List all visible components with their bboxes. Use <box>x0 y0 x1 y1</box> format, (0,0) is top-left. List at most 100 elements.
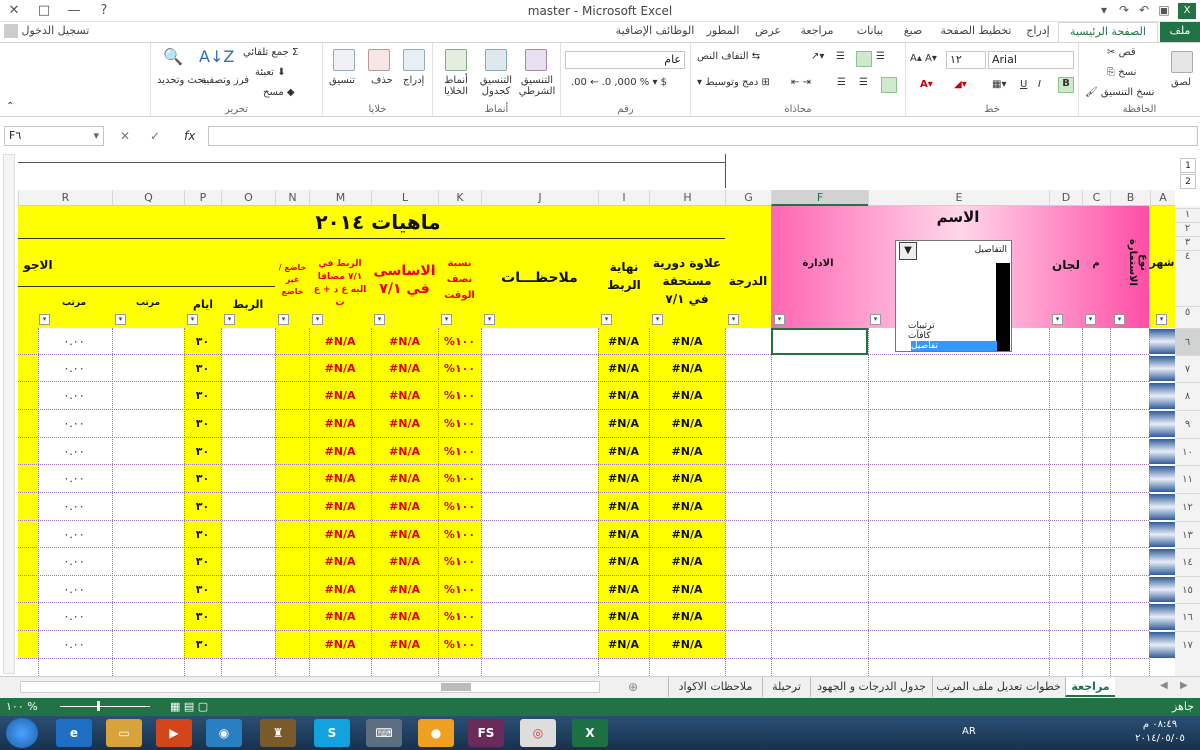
tab-formulas[interactable]: صيغ <box>895 22 931 42</box>
cell-salary[interactable]: ٠.٠٠ <box>38 548 110 576</box>
col-header-e[interactable]: E <box>868 190 1049 206</box>
sheet-nav-prev-icon[interactable]: ◀ <box>1160 680 1168 691</box>
sheet-tab-transfer[interactable]: ترحيلة <box>762 677 810 697</box>
font-grow-button[interactable]: A▴ A▾ <box>910 53 937 64</box>
cell-end-link[interactable]: #N/A <box>598 521 649 548</box>
bold-button[interactable]: B <box>1058 77 1074 93</box>
insert-cells-icon[interactable] <box>403 49 425 71</box>
col-header-i[interactable]: I <box>598 190 649 206</box>
cell-link-july[interactable]: #N/A <box>309 438 371 465</box>
align-right-icon[interactable] <box>881 77 897 93</box>
cell-salary[interactable]: ٠.٠٠ <box>38 355 110 382</box>
minimize-button[interactable]: — <box>60 0 88 22</box>
row-header-16[interactable]: ١٦ <box>1175 603 1200 631</box>
formula-input[interactable] <box>208 126 1198 146</box>
col-header-c[interactable]: C <box>1082 190 1110 206</box>
paste-button[interactable]: لصق <box>1171 77 1191 88</box>
cell-half-time[interactable]: %١٠٠ <box>438 355 481 382</box>
row-header-6[interactable]: ٦ <box>1175 328 1200 355</box>
cell-half-time[interactable]: %١٠٠ <box>438 465 481 493</box>
underline-button[interactable]: U <box>1020 79 1027 90</box>
sheet-nav-next-icon[interactable]: ▶ <box>1180 680 1188 691</box>
cell-salary[interactable]: ٠.٠٠ <box>38 328 110 355</box>
maximize-button[interactable]: □ <box>30 0 58 22</box>
app-icon-8[interactable]: ● <box>418 719 454 747</box>
align-middle-icon[interactable]: ☰ <box>876 51 885 62</box>
cell-basic[interactable]: #N/A <box>371 548 438 576</box>
fs-icon[interactable]: FS <box>468 719 504 747</box>
sheet-tab-review[interactable]: مراجعة <box>1065 677 1115 697</box>
filter-button-d[interactable]: ▾ <box>1052 314 1063 325</box>
tab-developer[interactable]: المطور <box>700 22 746 42</box>
cell-bonus[interactable]: #N/A <box>649 465 725 493</box>
sort-filter-icon[interactable]: A↓Z <box>199 47 234 66</box>
row-header-10[interactable]: ١٠ <box>1175 438 1200 465</box>
undo-icon[interactable]: ↶ <box>1135 3 1153 17</box>
italic-button[interactable]: I <box>1038 79 1041 90</box>
collapse-ribbon-icon[interactable]: ⌃ <box>6 101 14 112</box>
col-header-l[interactable]: L <box>371 190 438 206</box>
filter-button-o[interactable]: ▾ <box>224 314 235 325</box>
cancel-icon[interactable]: ✕ <box>120 129 130 143</box>
cell-days[interactable]: ٣٠ <box>184 410 221 438</box>
dropdown-scrollbar[interactable] <box>996 263 1010 351</box>
filter-button-g[interactable]: ▾ <box>728 314 739 325</box>
format-cells-icon[interactable] <box>333 49 355 71</box>
row-header-12[interactable]: ١٢ <box>1175 493 1200 521</box>
paste-icon[interactable] <box>1171 51 1193 73</box>
font-size-select[interactable]: ١٢ <box>946 51 986 69</box>
cell-days[interactable]: ٣٠ <box>184 548 221 576</box>
row-header-17[interactable]: ١٧ <box>1175 631 1200 659</box>
row-header-14[interactable]: ١٤ <box>1175 548 1200 576</box>
row-header-9[interactable]: ٩ <box>1175 410 1200 438</box>
dropdown-arrow-icon[interactable]: ▼ <box>899 242 917 260</box>
clock-date[interactable]: ٢٠١٤/٠٥/٠٥ <box>1125 733 1195 744</box>
col-header-m[interactable]: M <box>309 190 371 206</box>
cell-end-link[interactable]: #N/A <box>598 355 649 382</box>
zoom-slider-thumb[interactable] <box>97 701 100 711</box>
cell-link-july[interactable]: #N/A <box>309 548 371 576</box>
cell-half-time[interactable]: %١٠٠ <box>438 410 481 438</box>
app-icon-5[interactable]: ♜ <box>260 719 296 747</box>
cell-link-july[interactable]: #N/A <box>309 328 371 355</box>
horizontal-scrollbar[interactable] <box>20 681 600 693</box>
cell-link-july[interactable]: #N/A <box>309 521 371 548</box>
dropdown-option-2[interactable]: كافآت <box>908 331 931 341</box>
align-center-icon[interactable]: ☰ <box>859 77 868 88</box>
cell-basic[interactable]: #N/A <box>371 355 438 382</box>
tab-page-layout[interactable]: تخطيط الصفحة <box>935 22 1017 42</box>
filter-button-l[interactable]: ▾ <box>374 314 385 325</box>
tab-addins[interactable]: الوظائف الإضافية <box>612 22 698 42</box>
cell-link-july[interactable]: #N/A <box>309 631 371 659</box>
cut-button[interactable]: ✂ قص <box>1107 47 1136 58</box>
skype-icon[interactable]: S <box>314 719 350 747</box>
app-icon-4[interactable]: ◉ <box>206 719 242 747</box>
sheet-tab-steps[interactable]: خطوات تعديل ملف المرتب <box>932 677 1064 697</box>
filter-button-r[interactable]: ▾ <box>39 314 50 325</box>
cell-basic[interactable]: #N/A <box>371 493 438 521</box>
selected-cell-f6[interactable] <box>771 328 868 355</box>
cell-basic[interactable]: #N/A <box>371 603 438 631</box>
cell-end-link[interactable]: #N/A <box>598 603 649 631</box>
cell-days[interactable]: ٣٠ <box>184 631 221 659</box>
filter-button-q[interactable]: ▾ <box>115 314 126 325</box>
ie-icon[interactable]: e <box>56 719 92 747</box>
cell-link-july[interactable]: #N/A <box>309 410 371 438</box>
cell-styles-button[interactable]: أنماط الخلايا <box>437 75 475 97</box>
cell-half-time[interactable]: %١٠٠ <box>438 548 481 576</box>
cell-salary[interactable]: ٠.٠٠ <box>38 410 110 438</box>
cell-end-link[interactable]: #N/A <box>598 548 649 576</box>
sheet-tab-codes[interactable]: ملاحظات الاكواد <box>668 677 762 697</box>
cell-basic[interactable]: #N/A <box>371 410 438 438</box>
cell-styles-icon[interactable] <box>445 49 467 71</box>
row-header-3[interactable]: ٣ <box>1175 236 1200 250</box>
row-header-2[interactable]: ٢ <box>1175 222 1200 236</box>
cell-basic[interactable]: #N/A <box>371 521 438 548</box>
name-box[interactable]: F٦ ▾ <box>4 126 104 146</box>
cell-days[interactable]: ٣٠ <box>184 576 221 603</box>
cell-basic[interactable]: #N/A <box>371 631 438 659</box>
tab-view[interactable]: عرض <box>748 22 788 42</box>
keyboard-icon[interactable]: ⌨ <box>366 719 402 747</box>
tab-data[interactable]: بيانات <box>848 22 892 42</box>
redo-icon[interactable]: ↷ <box>1115 3 1133 17</box>
